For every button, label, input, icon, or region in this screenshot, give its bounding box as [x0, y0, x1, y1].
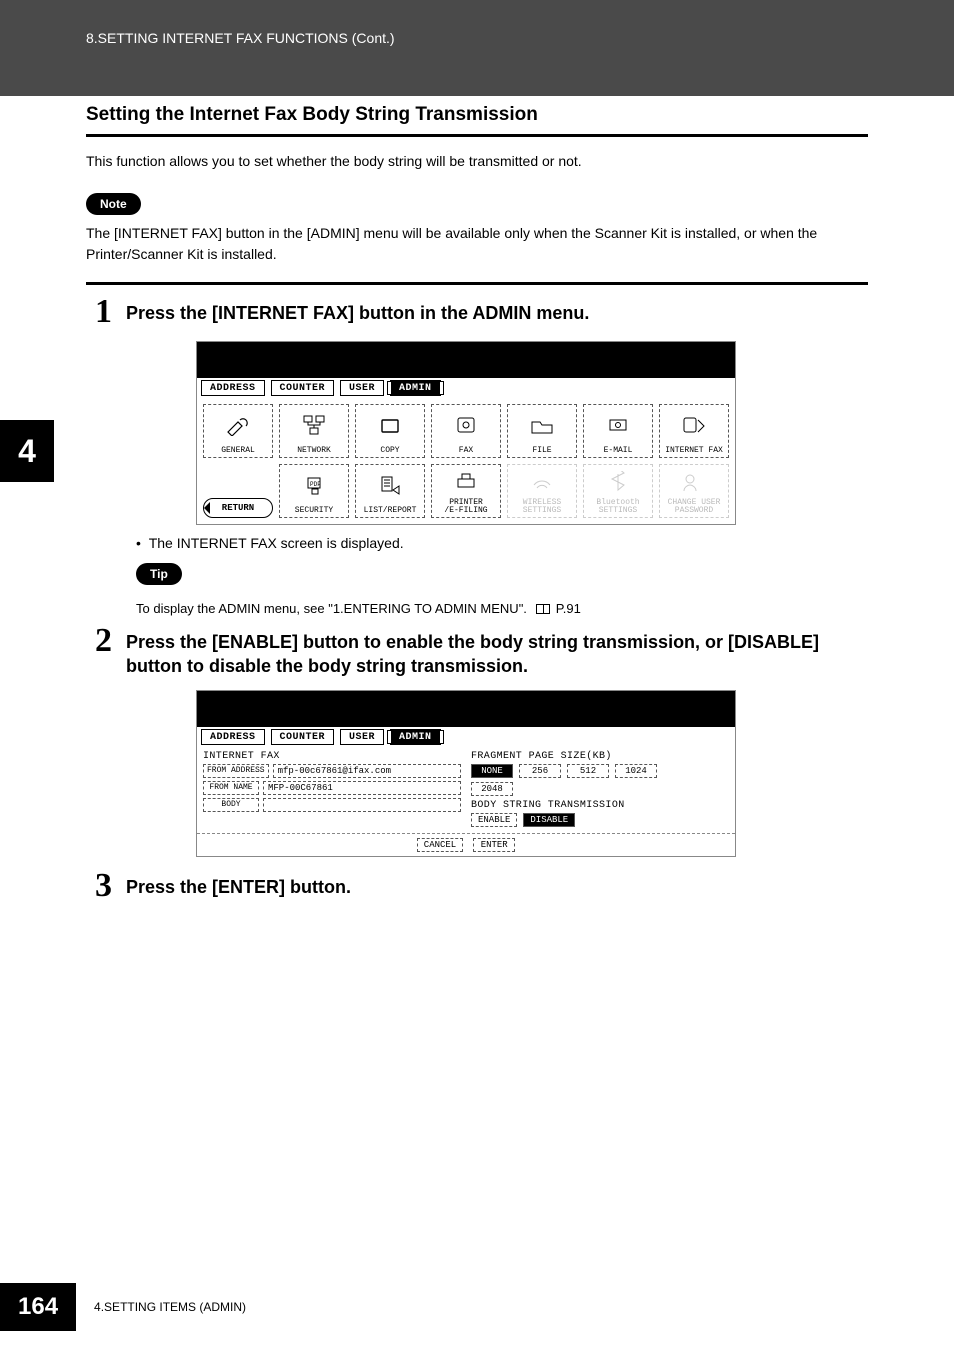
step-text: Press the [ENABLE] button to enable the …	[126, 624, 868, 679]
internet-fax-icon	[660, 405, 728, 446]
screen-tabs: ADDRESS COUNTER USER ADMIN	[197, 727, 735, 747]
step-text: Press the [INTERNET FAX] button in the A…	[126, 295, 589, 325]
tab-address[interactable]: ADDRESS	[201, 729, 265, 745]
admin-bluetooth-button: Bluetooth SETTINGS	[583, 464, 653, 518]
enable-button[interactable]: ENABLE	[471, 813, 517, 827]
rule	[86, 282, 868, 285]
tab-counter[interactable]: COUNTER	[271, 380, 335, 396]
tab-counter[interactable]: COUNTER	[271, 729, 335, 745]
step-number: 2	[86, 624, 112, 658]
left-title: INTERNET FAX	[203, 751, 461, 762]
wrench-icon	[204, 405, 272, 446]
step-1: 1 Press the [INTERNET FAX] button in the…	[86, 295, 868, 329]
admin-general-button[interactable]: GENERAL	[203, 404, 273, 458]
tip-text: To display the ADMIN menu, see "1.ENTERI…	[136, 601, 868, 616]
step-number: 3	[86, 869, 112, 903]
fragment-options: NONE 256 512 1024	[471, 764, 729, 778]
screen-titlebar	[197, 691, 735, 727]
admin-list-report-button[interactable]: LIST/REPORT	[355, 464, 425, 518]
bottom-buttons: CANCEL ENTER	[197, 833, 735, 856]
fax-icon	[432, 405, 500, 446]
printer-icon	[432, 465, 500, 499]
section-intro: This function allows you to set whether …	[86, 151, 868, 171]
admin-network-button[interactable]: NETWORK	[279, 404, 349, 458]
disable-button[interactable]: DISABLE	[523, 813, 575, 827]
screen-titlebar	[197, 342, 735, 378]
breadcrumb: 8.SETTING INTERNET FAX FUNCTIONS (Cont.)	[86, 30, 395, 46]
frag-512-button[interactable]: 512	[567, 764, 609, 778]
admin-security-button[interactable]: PDF SECURITY	[279, 464, 349, 518]
admin-internet-fax-button[interactable]: INTERNET FAX	[659, 404, 729, 458]
transmission-options: ENABLE DISABLE	[471, 813, 729, 827]
step-number: 1	[86, 295, 112, 329]
page-header: 8.SETTING INTERNET FAX FUNCTIONS (Cont.)	[0, 0, 954, 96]
admin-wireless-button: WIRELESS SETTINGS	[507, 464, 577, 518]
body-button[interactable]: BODY	[203, 798, 259, 812]
return-button[interactable]: RETURN	[203, 498, 273, 518]
cancel-button[interactable]: CANCEL	[417, 838, 463, 852]
admin-menu-screenshot: ADDRESS COUNTER USER ADMIN GENERAL NETWO…	[196, 341, 736, 525]
network-icon	[280, 405, 348, 446]
screen-tabs: ADDRESS COUNTER USER ADMIN	[197, 378, 735, 398]
frag-2048-button[interactable]: 2048	[471, 782, 513, 796]
from-address-button[interactable]: FROM ADDRESS	[203, 764, 269, 778]
transmission-title: BODY STRING TRANSMISSION	[471, 800, 729, 811]
frag-256-button[interactable]: 256	[519, 764, 561, 778]
page-number: 164	[0, 1283, 76, 1331]
tab-user[interactable]: USER	[340, 729, 384, 745]
admin-change-password-button: CHANGE USER PASSWORD	[659, 464, 729, 518]
frag-none-button[interactable]: NONE	[471, 764, 513, 778]
tab-address[interactable]: ADDRESS	[201, 380, 265, 396]
page-footer: 164 4.SETTING ITEMS (ADMIN)	[0, 1266, 246, 1348]
admin-printer-efiling-button[interactable]: PRINTER /E-FILING	[431, 464, 501, 518]
note-badge: Note	[86, 193, 141, 215]
chapter-side-tab: 4	[0, 420, 54, 482]
tab-user[interactable]: USER	[340, 380, 384, 396]
report-icon	[356, 465, 424, 506]
bluetooth-icon	[584, 465, 652, 499]
folder-icon	[508, 405, 576, 446]
email-icon	[584, 405, 652, 446]
note-text: The [INTERNET FAX] button in the [ADMIN]…	[86, 223, 868, 264]
admin-fax-button[interactable]: FAX	[431, 404, 501, 458]
admin-button-grid: GENERAL NETWORK COPY FAX	[197, 398, 735, 524]
book-icon	[536, 604, 550, 614]
right-title: FRAGMENT PAGE SIZE(KB)	[471, 751, 729, 762]
tip-badge: Tip	[136, 563, 182, 585]
enter-button[interactable]: ENTER	[473, 838, 515, 852]
internet-fax-settings-screenshot: ADDRESS COUNTER USER ADMIN INTERNET FAX …	[196, 690, 736, 857]
body-value	[263, 798, 461, 812]
step-2: 2 Press the [ENABLE] button to enable th…	[86, 624, 868, 679]
from-name-button[interactable]: FROM NAME	[203, 781, 259, 795]
pdf-lock-icon: PDF	[280, 465, 348, 506]
wireless-icon	[508, 465, 576, 499]
step1-bullet: • The INTERNET FAX screen is displayed.	[136, 535, 868, 551]
from-name-value: MFP-00C67861	[263, 781, 461, 795]
tab-admin[interactable]: ADMIN	[390, 380, 441, 396]
frag-1024-button[interactable]: 1024	[615, 764, 657, 778]
section-title: Setting the Internet Fax Body String Tra…	[86, 104, 868, 126]
copy-icon	[356, 405, 424, 446]
admin-file-button[interactable]: FILE	[507, 404, 577, 458]
rule	[86, 134, 868, 137]
step-text: Press the [ENTER] button.	[126, 869, 351, 899]
tab-admin[interactable]: ADMIN	[390, 729, 441, 745]
svg-text:PDF: PDF	[310, 481, 321, 488]
step-3: 3 Press the [ENTER] button.	[86, 869, 868, 903]
from-address-value: mfp-00c67861@ifax.com	[273, 764, 461, 778]
admin-email-button[interactable]: E-MAIL	[583, 404, 653, 458]
footer-text: 4.SETTING ITEMS (ADMIN)	[94, 1300, 246, 1314]
user-password-icon	[660, 465, 728, 499]
admin-copy-button[interactable]: COPY	[355, 404, 425, 458]
